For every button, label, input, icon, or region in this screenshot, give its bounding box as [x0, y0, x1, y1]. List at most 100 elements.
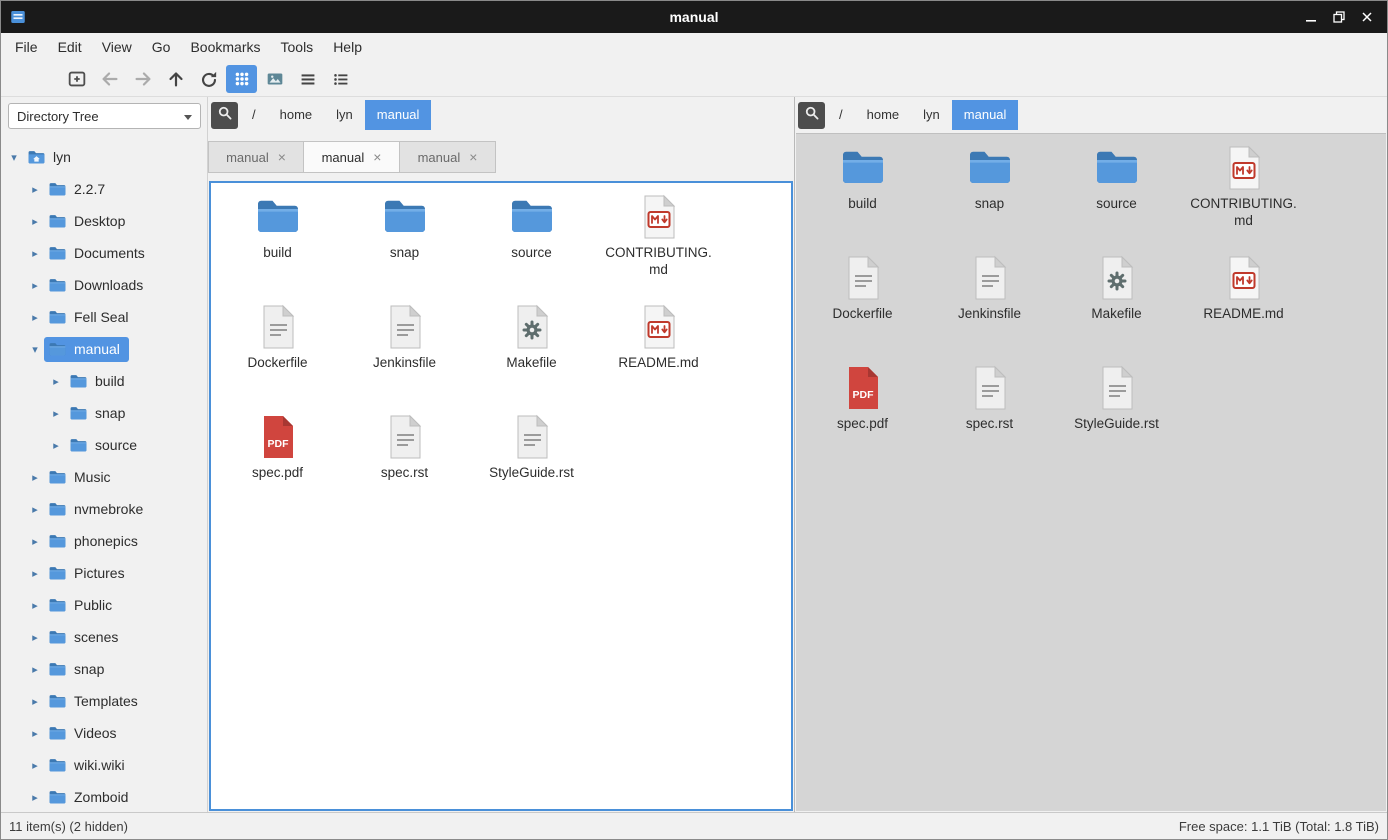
file-item-snap[interactable]: snap: [926, 140, 1053, 244]
left-breadcrumb-manual[interactable]: manual: [365, 100, 432, 130]
sidebar-item-desktop[interactable]: ▸Desktop: [1, 205, 207, 237]
sidebar-item-phonepics[interactable]: ▸phonepics: [1, 525, 207, 557]
chevron-collapsed-icon[interactable]: ▸: [28, 183, 42, 196]
chevron-collapsed-icon[interactable]: ▸: [28, 791, 42, 804]
file-item-source[interactable]: source: [1053, 140, 1180, 244]
tab-manual-2[interactable]: manual×: [400, 141, 496, 173]
restore-button[interactable]: [1325, 3, 1353, 31]
sidebar-item-build[interactable]: ▸build: [1, 365, 207, 397]
sidebar-item-scenes[interactable]: ▸scenes: [1, 621, 207, 653]
sidebar-item-downloads[interactable]: ▸Downloads: [1, 269, 207, 301]
menu-view[interactable]: View: [92, 33, 142, 61]
file-item-contributing-md[interactable]: CONTRIBUTING.md: [1180, 140, 1307, 244]
menu-help[interactable]: Help: [323, 33, 372, 61]
chevron-collapsed-icon[interactable]: ▸: [28, 695, 42, 708]
file-item-contributing-md[interactable]: CONTRIBUTING.md: [595, 189, 722, 293]
file-item-source[interactable]: source: [468, 189, 595, 293]
chevron-collapsed-icon[interactable]: ▸: [28, 535, 42, 548]
left-breadcrumb-root[interactable]: /: [240, 100, 268, 130]
right-breadcrumb-manual[interactable]: manual: [952, 100, 1019, 130]
sidebar-item-pictures[interactable]: ▸Pictures: [1, 557, 207, 589]
file-item-styleguide-rst[interactable]: StyleGuide.rst: [468, 409, 595, 513]
chevron-collapsed-icon[interactable]: ▸: [28, 311, 42, 324]
file-item-snap[interactable]: snap: [341, 189, 468, 293]
close-button[interactable]: [1353, 3, 1381, 31]
chevron-expanded-icon[interactable]: ▾: [28, 343, 42, 356]
compact-view-button[interactable]: [292, 65, 323, 93]
chevron-collapsed-icon[interactable]: ▸: [28, 599, 42, 612]
tab-manual-1[interactable]: manual×: [304, 141, 400, 173]
left-breadcrumb-lyn[interactable]: lyn: [324, 100, 365, 130]
file-item-spec-pdf[interactable]: PDFspec.pdf: [799, 360, 926, 464]
menu-tools[interactable]: Tools: [271, 33, 324, 61]
left-file-view[interactable]: buildsnapsourceCONTRIBUTING.md Dockerfile…: [209, 181, 793, 811]
chevron-collapsed-icon[interactable]: ▸: [28, 279, 42, 292]
file-item-spec-pdf[interactable]: PDFspec.pdf: [214, 409, 341, 513]
sidebar-item-public[interactable]: ▸Public: [1, 589, 207, 621]
chevron-collapsed-icon[interactable]: ▸: [28, 471, 42, 484]
chevron-expanded-icon[interactable]: ▾: [7, 151, 21, 164]
back-button[interactable]: [94, 65, 125, 93]
sidebar-item-zomboid[interactable]: ▸Zomboid: [1, 781, 207, 812]
sidebar-item-manual[interactable]: ▾manual: [1, 333, 207, 365]
menu-go[interactable]: Go: [142, 33, 181, 61]
icon-view-button[interactable]: [226, 65, 257, 93]
sidebar-mode-select[interactable]: Directory Tree: [8, 103, 201, 129]
chevron-collapsed-icon[interactable]: ▸: [28, 727, 42, 740]
chevron-collapsed-icon[interactable]: ▸: [28, 663, 42, 676]
tab-manual-0[interactable]: manual×: [208, 141, 304, 173]
forward-button[interactable]: [127, 65, 158, 93]
chevron-collapsed-icon[interactable]: ▸: [28, 215, 42, 228]
thumbnail-view-button[interactable]: [259, 65, 290, 93]
file-item-jenkinsfile[interactable]: Jenkinsfile: [926, 250, 1053, 354]
menu-file[interactable]: File: [5, 33, 48, 61]
file-item-dockerfile[interactable]: Dockerfile: [214, 299, 341, 403]
tab-close-icon[interactable]: ×: [469, 150, 477, 164]
chevron-collapsed-icon[interactable]: ▸: [49, 375, 63, 388]
tab-close-icon[interactable]: ×: [278, 150, 286, 164]
left-breadcrumb-home[interactable]: home: [268, 100, 325, 130]
sidebar-item-source[interactable]: ▸source: [1, 429, 207, 461]
chevron-collapsed-icon[interactable]: ▸: [49, 439, 63, 452]
chevron-collapsed-icon[interactable]: ▸: [28, 247, 42, 260]
right-path-search-button[interactable]: [798, 102, 825, 129]
chevron-collapsed-icon[interactable]: ▸: [28, 759, 42, 772]
file-item-build[interactable]: build: [214, 189, 341, 293]
file-item-dockerfile[interactable]: Dockerfile: [799, 250, 926, 354]
chevron-collapsed-icon[interactable]: ▸: [28, 567, 42, 580]
sidebar-item-music[interactable]: ▸Music: [1, 461, 207, 493]
up-button[interactable]: [160, 65, 191, 93]
sidebar-item-fell-seal[interactable]: ▸Fell Seal: [1, 301, 207, 333]
file-item-spec-rst[interactable]: spec.rst: [926, 360, 1053, 464]
chevron-collapsed-icon[interactable]: ▸: [28, 503, 42, 516]
file-item-readme-md[interactable]: README.md: [1180, 250, 1307, 354]
file-item-build[interactable]: build: [799, 140, 926, 244]
chevron-collapsed-icon[interactable]: ▸: [28, 631, 42, 644]
sidebar-item-snap[interactable]: ▸snap: [1, 397, 207, 429]
sidebar-item-documents[interactable]: ▸Documents: [1, 237, 207, 269]
file-item-styleguide-rst[interactable]: StyleGuide.rst: [1053, 360, 1180, 464]
file-item-readme-md[interactable]: README.md: [595, 299, 722, 403]
detailed-list-view-button[interactable]: [325, 65, 356, 93]
reload-button[interactable]: [193, 65, 224, 93]
chevron-collapsed-icon[interactable]: ▸: [49, 407, 63, 420]
right-breadcrumb-root[interactable]: /: [827, 100, 855, 130]
menu-edit[interactable]: Edit: [48, 33, 92, 61]
file-item-jenkinsfile[interactable]: Jenkinsfile: [341, 299, 468, 403]
sidebar-item-nvmebroke[interactable]: ▸nvmebroke: [1, 493, 207, 525]
minimize-button[interactable]: [1297, 3, 1325, 31]
sidebar-item-lyn[interactable]: ▾lyn: [1, 141, 207, 173]
menu-bookmarks[interactable]: Bookmarks: [180, 33, 270, 61]
right-breadcrumb-lyn[interactable]: lyn: [911, 100, 952, 130]
sidebar-item-2-2-7[interactable]: ▸2.2.7: [1, 173, 207, 205]
right-breadcrumb-home[interactable]: home: [855, 100, 912, 130]
tab-close-icon[interactable]: ×: [373, 150, 381, 164]
sidebar-item-videos[interactable]: ▸Videos: [1, 717, 207, 749]
new-tab-button[interactable]: [61, 65, 92, 93]
sidebar-item-wiki-wiki[interactable]: ▸wiki.wiki: [1, 749, 207, 781]
sidebar-item-templates[interactable]: ▸Templates: [1, 685, 207, 717]
file-item-makefile[interactable]: Makefile: [1053, 250, 1180, 354]
file-item-spec-rst[interactable]: spec.rst: [341, 409, 468, 513]
sidebar-item-snap[interactable]: ▸snap: [1, 653, 207, 685]
right-file-view[interactable]: buildsnapsourceCONTRIBUTING.md Dockerfile…: [796, 133, 1386, 811]
